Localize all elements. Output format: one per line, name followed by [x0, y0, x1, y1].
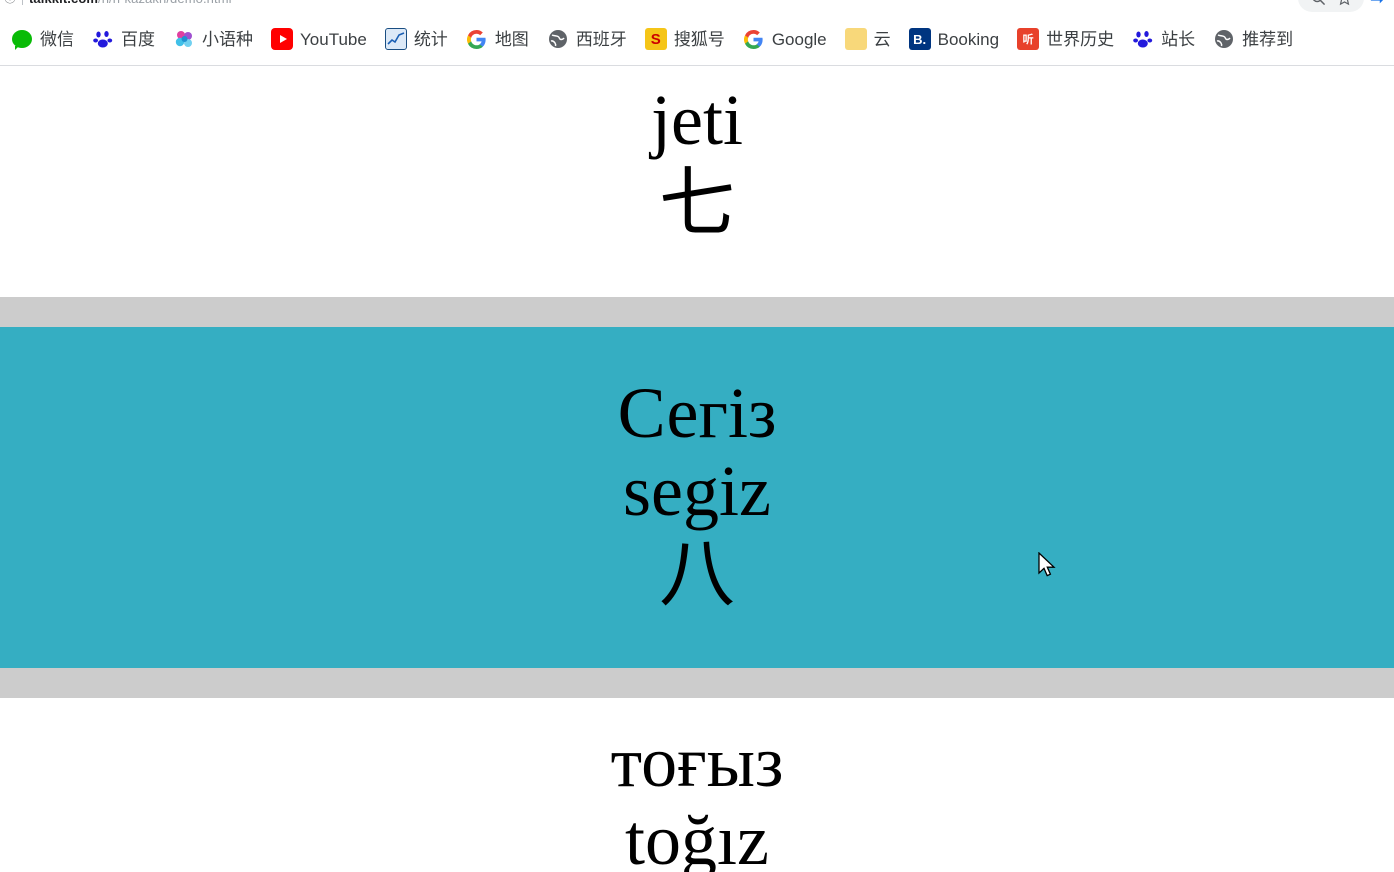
bookmark-label: 小语种	[202, 29, 253, 49]
flower-icon	[173, 28, 195, 50]
bookmark-label: 世界历史	[1046, 29, 1115, 49]
bookmark-baidu[interactable]: 百度	[83, 22, 164, 56]
omnibox-url-path: /n/n-kazakh/demo.html	[98, 0, 232, 6]
globe-icon	[546, 28, 569, 50]
bookmark-tuijiandao[interactable]: 推荐到	[1204, 22, 1302, 56]
omnibox[interactable]: ⓘ talkkit.com/n/n-kazakh/demo.html	[0, 0, 1394, 14]
word-latin: segiz	[623, 450, 771, 531]
word-cyrillic: Сегіз	[617, 373, 777, 454]
bookmarks-bar[interactable]: 微信 百度 小语种 YouTube 统计 地图 西班牙 S 搜狐号 Google…	[0, 14, 1394, 64]
bookmark-zhangzhang[interactable]: 站长	[1123, 22, 1204, 56]
bookmark-label: 推荐到	[1242, 29, 1294, 49]
word-cyrillic: тоғыз	[610, 722, 784, 802]
sohu-icon: S	[644, 28, 667, 50]
number-card-nine[interactable]: тоғыз toğız	[0, 698, 1394, 872]
word-latin: toğız	[625, 799, 769, 872]
chart-icon	[384, 28, 407, 50]
bookmark-label: YouTube	[300, 29, 367, 49]
ting-icon: 听	[1017, 28, 1040, 50]
omnibox-separator	[22, 0, 23, 5]
bookmark-booking[interactable]: B. Booking	[900, 22, 1008, 56]
bookmark-label: 统计	[413, 29, 448, 49]
folder-icon	[844, 28, 867, 50]
browser-chrome: ⓘ talkkit.com/n/n-kazakh/demo.html 微信	[0, 0, 1394, 66]
bookmark-label: 地图	[494, 29, 529, 49]
bookmark-xibanya[interactable]: 西班牙	[538, 22, 636, 56]
word-chinese: 八	[659, 528, 735, 618]
bookmark-label: 微信	[40, 29, 74, 49]
card-divider-top	[0, 297, 1394, 327]
google-icon	[742, 28, 765, 50]
booking-icon: B.	[908, 28, 931, 50]
bookmark-ditu[interactable]: 地图	[457, 22, 538, 56]
omnibox-right-actions	[1298, 0, 1388, 14]
word-chinese: 七	[659, 157, 735, 247]
number-card-eight[interactable]: Сегіз segiz 八	[0, 327, 1394, 668]
omnibox-left-icons: ⓘ	[4, 0, 23, 5]
bookmark-star-icon[interactable]	[1336, 0, 1352, 6]
bookmark-wechat[interactable]: 微信	[2, 22, 83, 56]
bookmark-label: Google	[771, 29, 827, 49]
bookmark-souhuhao[interactable]: S 搜狐号	[636, 22, 734, 56]
omnibox-url-text[interactable]: talkkit.com/n/n-kazakh/demo.html	[29, 0, 232, 6]
youtube-icon	[271, 28, 293, 50]
bookmark-label: 站长	[1161, 29, 1196, 49]
number-card-seven: jeti 七	[0, 66, 1394, 297]
bookmark-google[interactable]: Google	[734, 22, 836, 56]
bookmark-label: 搜狐号	[673, 29, 725, 49]
bookmark-label: 百度	[121, 29, 155, 49]
bookmark-label: Booking	[937, 29, 1000, 49]
bookmark-shijielishi[interactable]: 听 世界历史	[1008, 22, 1123, 56]
wechat-icon	[11, 28, 33, 50]
bookmark-label: 西班牙	[575, 29, 627, 49]
word-latin: jeti	[651, 80, 743, 160]
chrome-divider	[0, 65, 1394, 66]
search-icon[interactable]	[1310, 0, 1326, 6]
card-divider-bottom	[0, 668, 1394, 698]
bookmark-tongji[interactable]: 统计	[376, 22, 457, 56]
baidu-icon	[92, 28, 114, 50]
baidu-icon	[1132, 28, 1155, 50]
extension-share-icon[interactable]	[1368, 0, 1388, 7]
google-icon	[465, 28, 488, 50]
bookmark-youtube[interactable]: YouTube	[262, 22, 376, 56]
bookmark-yun[interactable]: 云	[836, 22, 900, 56]
info-icon[interactable]: ⓘ	[4, 0, 16, 4]
page-content: jeti 七 Сегіз segiz 八 тоғыз toğız	[0, 66, 1394, 872]
globe-icon	[1213, 28, 1236, 50]
bookmark-xiaoyuzhong[interactable]: 小语种	[164, 22, 262, 56]
bookmark-label: 云	[873, 29, 891, 49]
omnibox-action-pill	[1298, 0, 1364, 12]
omnibox-url-domain: talkkit.com	[29, 0, 98, 6]
